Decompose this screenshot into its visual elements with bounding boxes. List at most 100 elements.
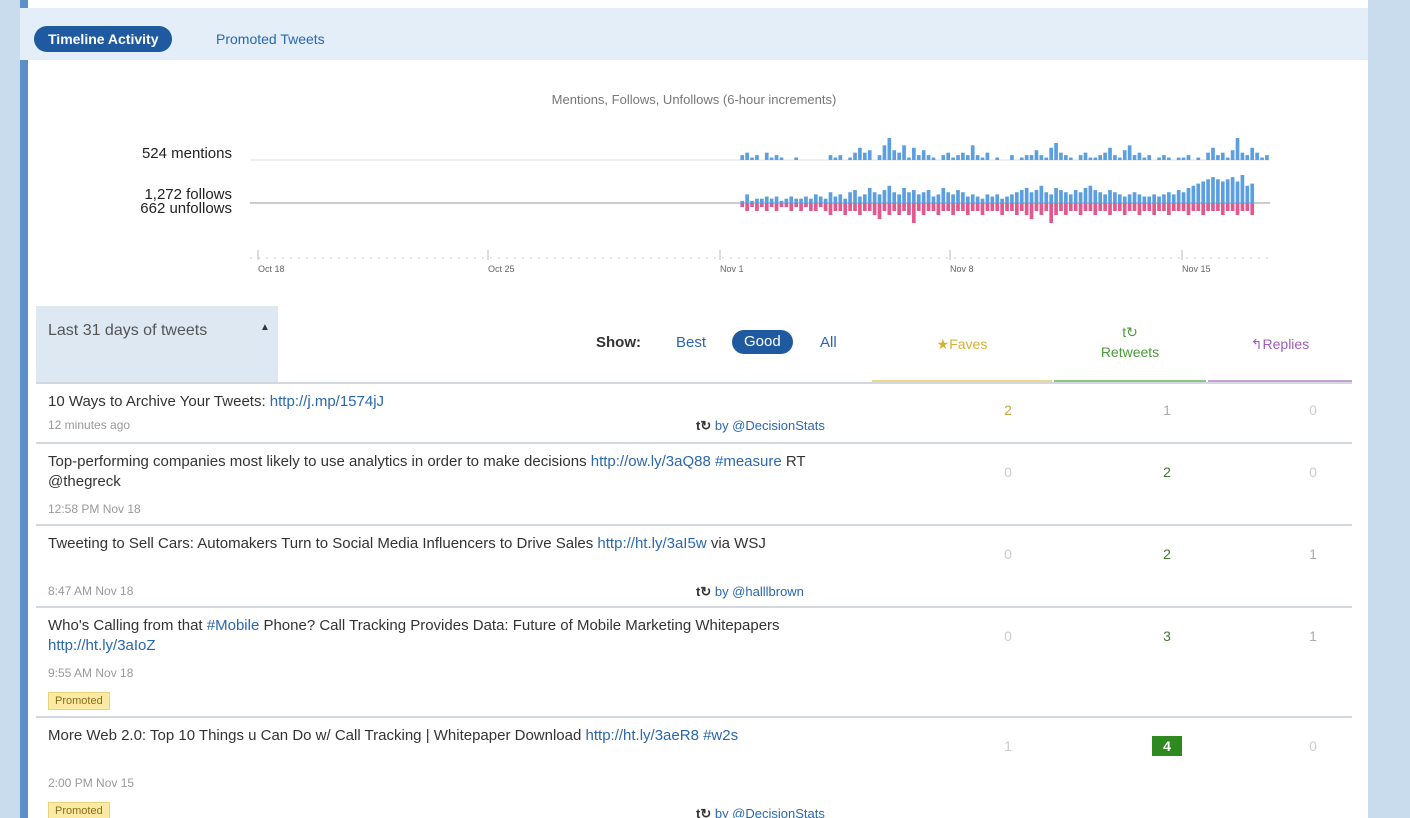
follows-bar <box>1024 187 1029 203</box>
unfollows-bar <box>877 203 882 219</box>
mentions-bar <box>1044 157 1049 160</box>
follows-bar <box>858 196 862 203</box>
unfollows-bar <box>1064 203 1068 215</box>
tweet-body: Who's Calling from that <box>48 617 207 634</box>
replies-count: 1 <box>1309 546 1317 562</box>
faves-count: 0 <box>1004 546 1012 562</box>
tab-promoted-tweets[interactable]: Promoted Tweets <box>216 26 325 52</box>
unfollows-bar <box>1245 203 1250 211</box>
retweeted-by[interactable]: t↻ by @halllbrown <box>696 584 804 600</box>
tweet-hashtag[interactable]: #w2s <box>703 727 738 744</box>
filter-best[interactable]: Best <box>676 334 706 351</box>
follows-bar <box>892 192 897 203</box>
tweet-hashtag[interactable]: #Mobile <box>207 617 260 634</box>
unfollows-bar <box>784 203 789 207</box>
unfollows-bar <box>794 203 799 207</box>
caret-up-icon[interactable]: ▲ <box>260 322 270 333</box>
follows-bar <box>784 198 789 203</box>
unfollows-bar <box>1059 203 1063 211</box>
column-faves[interactable]: ★Faves <box>872 336 1052 353</box>
unfollows-bar <box>946 203 951 211</box>
mentions-bar <box>1064 155 1068 160</box>
promoted-badge: Promoted <box>48 802 110 818</box>
mentions-bar <box>1245 155 1250 160</box>
tweet-timestamp[interactable]: 12:58 PM Nov 18 <box>48 502 141 516</box>
tweet-link[interactable]: http://ht.ly/3aIoZ <box>48 637 156 654</box>
unfollows-bar <box>970 203 975 211</box>
mentions-bar <box>769 157 774 160</box>
unfollows-bar <box>1235 203 1240 215</box>
activity-chart: Oct 18 Oct 25 Nov 1 Nov 8 Nov 15 <box>250 138 1270 274</box>
column-replies[interactable]: ↰Replies <box>1210 336 1350 353</box>
follows-bar <box>804 196 808 203</box>
mentions-bar <box>1024 155 1029 160</box>
date-range-selector[interactable]: Last 31 days of tweets ▲ <box>36 306 278 382</box>
unfollows-bar <box>1162 203 1166 211</box>
mentions-bar <box>833 157 838 160</box>
filter-all[interactable]: All <box>820 334 837 351</box>
mentions-bar <box>882 145 887 160</box>
mentions-bar <box>912 147 916 160</box>
unfollows-bar <box>1078 203 1083 215</box>
follows-bar <box>1137 194 1142 203</box>
tweet-link[interactable]: http://j.mp/1574jJ <box>270 393 384 410</box>
retweeted-by[interactable]: t↻ by @DecisionStats <box>696 418 825 434</box>
follows-bar <box>1191 185 1196 203</box>
column-retweets[interactable]: t↻ Retweets <box>1054 322 1206 362</box>
follows-bar <box>1127 194 1132 203</box>
retweeted-by-user[interactable]: by @halllbrown <box>715 584 804 599</box>
unfollows-bar <box>965 203 970 215</box>
filter-good[interactable]: Good <box>732 330 793 354</box>
tweet-timestamp[interactable]: 8:47 AM Nov 18 <box>48 584 133 598</box>
mentions-bar <box>1186 155 1191 160</box>
tweet-link[interactable]: http://ow.ly/3aQ88 <box>591 453 711 470</box>
mentions-bar <box>1083 152 1088 160</box>
follows-bar <box>813 194 818 203</box>
retweeted-by-user[interactable]: by @DecisionStats <box>715 418 825 433</box>
tweet-text: More Web 2.0: Top 10 Things u Can Do w/ … <box>48 726 858 746</box>
follows-bar <box>862 194 867 203</box>
unfollows-bar <box>764 203 769 211</box>
tweet-hashtag[interactable]: #measure <box>715 453 782 470</box>
tweet-link[interactable]: http://ht.ly/3aeR8 <box>586 727 699 744</box>
mentions-bar <box>1059 152 1063 160</box>
x-tick-label: Nov 1 <box>720 264 744 274</box>
follows-bar <box>941 187 946 203</box>
follows-bar <box>912 190 916 203</box>
follows-bar <box>1196 183 1201 203</box>
unfollows-bar <box>833 203 838 211</box>
reply-icon: ↰ <box>1250 336 1263 352</box>
follows-bar <box>1054 187 1058 203</box>
mentions-bar <box>902 145 906 160</box>
mentions-bar <box>764 152 769 160</box>
unfollows-bar <box>882 203 887 211</box>
mentions-bar <box>1220 152 1225 160</box>
unfollows-bar <box>1049 203 1054 223</box>
follows-bar <box>789 196 794 203</box>
mentions-bar <box>1260 157 1264 160</box>
tweet-body: Tweeting to Sell Cars: Automakers Turn t… <box>48 535 598 552</box>
tab-bar: Timeline Activity Promoted Tweets <box>20 8 1368 60</box>
follows-bar <box>916 194 921 203</box>
mentions-bar <box>1093 157 1098 160</box>
follows-bar <box>1113 192 1117 203</box>
tweet-timestamp[interactable]: 12 minutes ago <box>48 418 130 432</box>
unfollows-bar <box>985 203 990 211</box>
tweet-timestamp[interactable]: 9:55 AM Nov 18 <box>48 666 133 680</box>
follows-bar <box>1142 196 1147 203</box>
follows-bar <box>1167 192 1171 203</box>
tweet-link[interactable]: http://ht.ly/3aI5w <box>597 535 706 552</box>
show-filter-label: Show: <box>596 334 641 351</box>
follows-bar <box>1064 192 1068 203</box>
retweeted-by-user[interactable]: by @DecisionStats <box>715 806 825 818</box>
mentions-bar <box>1162 155 1166 160</box>
unfollows-bar <box>1157 203 1161 211</box>
tab-timeline-activity[interactable]: Timeline Activity <box>34 26 173 52</box>
retweeted-by[interactable]: t↻ by @DecisionStats <box>696 806 825 818</box>
follows-bar <box>745 194 749 203</box>
tweet-text: Tweeting to Sell Cars: Automakers Turn t… <box>48 534 858 554</box>
unfollows-bar <box>907 203 911 215</box>
date-range-label: Last 31 days of tweets <box>48 322 208 339</box>
tweet-timestamp[interactable]: 2:00 PM Nov 15 <box>48 776 134 790</box>
mentions-bar <box>774 155 779 160</box>
